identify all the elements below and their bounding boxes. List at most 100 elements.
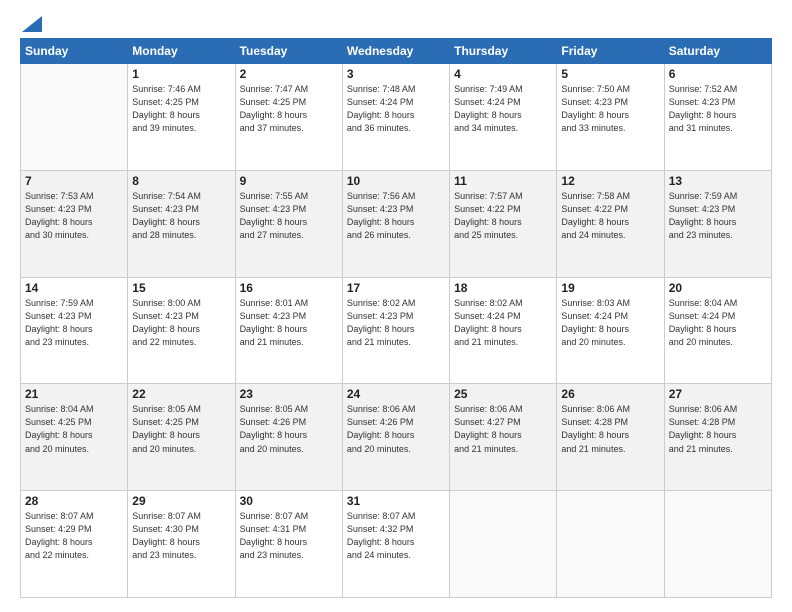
day-cell: 23 Sunrise: 8:05 AM Sunset: 4:26 PM Dayli… xyxy=(235,384,342,491)
col-header-tuesday: Tuesday xyxy=(235,39,342,64)
calendar-table: SundayMondayTuesdayWednesdayThursdayFrid… xyxy=(20,38,772,598)
day-number: 18 xyxy=(454,281,552,295)
day-cell: 4 Sunrise: 7:49 AM Sunset: 4:24 PM Daylig… xyxy=(450,64,557,171)
day-info: Sunrise: 7:57 AM Sunset: 4:22 PM Dayligh… xyxy=(454,190,552,242)
day-cell: 9 Sunrise: 7:55 AM Sunset: 4:23 PM Daylig… xyxy=(235,170,342,277)
page: SundayMondayTuesdayWednesdayThursdayFrid… xyxy=(0,0,792,612)
day-info: Sunrise: 7:59 AM Sunset: 4:23 PM Dayligh… xyxy=(25,297,123,349)
day-info: Sunrise: 8:02 AM Sunset: 4:24 PM Dayligh… xyxy=(454,297,552,349)
day-number: 7 xyxy=(25,174,123,188)
day-cell: 31Sunrise: 8:07 AM Sunset: 4:32 PM Dayli… xyxy=(342,491,449,598)
day-info: Sunrise: 8:01 AM Sunset: 4:23 PM Dayligh… xyxy=(240,297,338,349)
day-number: 23 xyxy=(240,387,338,401)
day-info: Sunrise: 7:53 AM Sunset: 4:23 PM Dayligh… xyxy=(25,190,123,242)
day-info: Sunrise: 7:46 AM Sunset: 4:25 PM Dayligh… xyxy=(132,83,230,135)
day-number: 11 xyxy=(454,174,552,188)
day-cell: 21 Sunrise: 8:04 AM Sunset: 4:25 PM Dayli… xyxy=(21,384,128,491)
day-number: 5 xyxy=(561,67,659,81)
day-info: Sunrise: 8:03 AM Sunset: 4:24 PM Dayligh… xyxy=(561,297,659,349)
day-number: 30 xyxy=(240,494,338,508)
week-row-1: 1Sunrise: 7:46 AM Sunset: 4:25 PM Daylig… xyxy=(21,64,772,171)
day-info: Sunrise: 7:52 AM Sunset: 4:23 PM Dayligh… xyxy=(669,83,767,135)
col-header-sunday: Sunday xyxy=(21,39,128,64)
day-cell: 5 Sunrise: 7:50 AM Sunset: 4:23 PM Daylig… xyxy=(557,64,664,171)
day-cell: 30 Sunrise: 8:07 AM Sunset: 4:31 PM Dayli… xyxy=(235,491,342,598)
col-header-thursday: Thursday xyxy=(450,39,557,64)
day-info: Sunrise: 7:56 AM Sunset: 4:23 PM Dayligh… xyxy=(347,190,445,242)
day-number: 21 xyxy=(25,387,123,401)
logo-icon xyxy=(22,16,42,32)
day-number: 14 xyxy=(25,281,123,295)
day-cell: 22Sunrise: 8:05 AM Sunset: 4:25 PM Dayli… xyxy=(128,384,235,491)
day-number: 24 xyxy=(347,387,445,401)
day-number: 6 xyxy=(669,67,767,81)
day-info: Sunrise: 7:49 AM Sunset: 4:24 PM Dayligh… xyxy=(454,83,552,135)
day-number: 13 xyxy=(669,174,767,188)
calendar-header-row: SundayMondayTuesdayWednesdayThursdayFrid… xyxy=(21,39,772,64)
day-info: Sunrise: 7:59 AM Sunset: 4:23 PM Dayligh… xyxy=(669,190,767,242)
day-number: 17 xyxy=(347,281,445,295)
day-cell: 29Sunrise: 8:07 AM Sunset: 4:30 PM Dayli… xyxy=(128,491,235,598)
day-info: Sunrise: 8:04 AM Sunset: 4:25 PM Dayligh… xyxy=(25,403,123,455)
day-info: Sunrise: 8:06 AM Sunset: 4:28 PM Dayligh… xyxy=(669,403,767,455)
day-number: 19 xyxy=(561,281,659,295)
day-info: Sunrise: 8:07 AM Sunset: 4:31 PM Dayligh… xyxy=(240,510,338,562)
col-header-wednesday: Wednesday xyxy=(342,39,449,64)
day-info: Sunrise: 8:04 AM Sunset: 4:24 PM Dayligh… xyxy=(669,297,767,349)
col-header-friday: Friday xyxy=(557,39,664,64)
day-cell xyxy=(450,491,557,598)
day-cell: 18 Sunrise: 8:02 AM Sunset: 4:24 PM Dayli… xyxy=(450,277,557,384)
day-number: 16 xyxy=(240,281,338,295)
day-cell: 11 Sunrise: 7:57 AM Sunset: 4:22 PM Dayli… xyxy=(450,170,557,277)
day-number: 25 xyxy=(454,387,552,401)
day-info: Sunrise: 7:47 AM Sunset: 4:25 PM Dayligh… xyxy=(240,83,338,135)
day-cell xyxy=(21,64,128,171)
day-info: Sunrise: 8:07 AM Sunset: 4:29 PM Dayligh… xyxy=(25,510,123,562)
day-number: 31 xyxy=(347,494,445,508)
day-cell: 24Sunrise: 8:06 AM Sunset: 4:26 PM Dayli… xyxy=(342,384,449,491)
day-number: 9 xyxy=(240,174,338,188)
day-cell: 1Sunrise: 7:46 AM Sunset: 4:25 PM Daylig… xyxy=(128,64,235,171)
day-cell: 25Sunrise: 8:06 AM Sunset: 4:27 PM Dayli… xyxy=(450,384,557,491)
day-info: Sunrise: 7:54 AM Sunset: 4:23 PM Dayligh… xyxy=(132,190,230,242)
day-info: Sunrise: 8:06 AM Sunset: 4:28 PM Dayligh… xyxy=(561,403,659,455)
logo xyxy=(20,18,42,28)
day-number: 12 xyxy=(561,174,659,188)
day-cell: 3 Sunrise: 7:48 AM Sunset: 4:24 PM Daylig… xyxy=(342,64,449,171)
day-info: Sunrise: 7:55 AM Sunset: 4:23 PM Dayligh… xyxy=(240,190,338,242)
col-header-saturday: Saturday xyxy=(664,39,771,64)
day-info: Sunrise: 8:00 AM Sunset: 4:23 PM Dayligh… xyxy=(132,297,230,349)
day-number: 10 xyxy=(347,174,445,188)
day-number: 15 xyxy=(132,281,230,295)
day-cell: 15 Sunrise: 8:00 AM Sunset: 4:23 PM Dayli… xyxy=(128,277,235,384)
day-number: 4 xyxy=(454,67,552,81)
week-row-5: 28 Sunrise: 8:07 AM Sunset: 4:29 PM Dayli… xyxy=(21,491,772,598)
day-cell: 8 Sunrise: 7:54 AM Sunset: 4:23 PM Daylig… xyxy=(128,170,235,277)
day-info: Sunrise: 7:48 AM Sunset: 4:24 PM Dayligh… xyxy=(347,83,445,135)
day-cell: 26Sunrise: 8:06 AM Sunset: 4:28 PM Dayli… xyxy=(557,384,664,491)
day-number: 20 xyxy=(669,281,767,295)
week-row-3: 14 Sunrise: 7:59 AM Sunset: 4:23 PM Dayli… xyxy=(21,277,772,384)
day-cell: 14 Sunrise: 7:59 AM Sunset: 4:23 PM Dayli… xyxy=(21,277,128,384)
day-info: Sunrise: 7:50 AM Sunset: 4:23 PM Dayligh… xyxy=(561,83,659,135)
day-info: Sunrise: 8:02 AM Sunset: 4:23 PM Dayligh… xyxy=(347,297,445,349)
header xyxy=(20,18,772,28)
day-cell: 28 Sunrise: 8:07 AM Sunset: 4:29 PM Dayli… xyxy=(21,491,128,598)
day-cell: 13 Sunrise: 7:59 AM Sunset: 4:23 PM Dayli… xyxy=(664,170,771,277)
day-number: 27 xyxy=(669,387,767,401)
day-cell: 2Sunrise: 7:47 AM Sunset: 4:25 PM Daylig… xyxy=(235,64,342,171)
day-cell xyxy=(664,491,771,598)
day-number: 3 xyxy=(347,67,445,81)
day-cell: 12Sunrise: 7:58 AM Sunset: 4:22 PM Dayli… xyxy=(557,170,664,277)
day-info: Sunrise: 8:05 AM Sunset: 4:26 PM Dayligh… xyxy=(240,403,338,455)
day-cell: 17 Sunrise: 8:02 AM Sunset: 4:23 PM Dayli… xyxy=(342,277,449,384)
day-info: Sunrise: 8:07 AM Sunset: 4:30 PM Dayligh… xyxy=(132,510,230,562)
day-cell xyxy=(557,491,664,598)
day-cell: 7 Sunrise: 7:53 AM Sunset: 4:23 PM Daylig… xyxy=(21,170,128,277)
day-cell: 6 Sunrise: 7:52 AM Sunset: 4:23 PM Daylig… xyxy=(664,64,771,171)
day-number: 28 xyxy=(25,494,123,508)
day-cell: 20 Sunrise: 8:04 AM Sunset: 4:24 PM Dayli… xyxy=(664,277,771,384)
day-number: 22 xyxy=(132,387,230,401)
day-number: 8 xyxy=(132,174,230,188)
week-row-2: 7 Sunrise: 7:53 AM Sunset: 4:23 PM Daylig… xyxy=(21,170,772,277)
